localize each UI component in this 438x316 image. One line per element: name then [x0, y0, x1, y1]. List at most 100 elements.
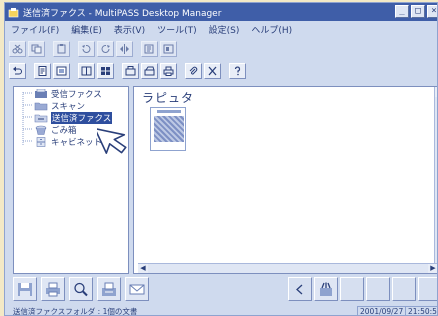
search-button[interactable] [69, 277, 93, 301]
print-document-button[interactable] [41, 277, 65, 301]
document-list-panel: ラピュタ ▲ ▼ ◀ ▶ [133, 86, 437, 274]
page-next-button[interactable] [160, 41, 177, 57]
page-prev-button[interactable] [141, 41, 158, 57]
menu-view[interactable]: 表示(V) [114, 23, 145, 36]
delete-button[interactable] [204, 63, 221, 79]
window-title: 送信済ファクス - MultiPASS Desktop Manager [23, 8, 222, 19]
app-window: 送信済ファクス - MultiPASS Desktop Manager _ □ … [4, 2, 438, 316]
window-controls: _ □ × [395, 5, 437, 18]
horizontal-scrollbar[interactable]: ◀ ▶ [138, 263, 437, 273]
new-page-icon [56, 66, 67, 76]
envelope-icon [129, 284, 145, 294]
document-thumbnail[interactable] [150, 107, 186, 151]
printer-icon [163, 66, 174, 76]
app-slot-4[interactable] [366, 277, 390, 301]
tree-item-received-fax[interactable]: 受信ファクス [34, 88, 102, 100]
app-slot-3[interactable] [340, 277, 364, 301]
tree-item-scan[interactable]: スキャン [34, 100, 86, 112]
page-view-icon [163, 44, 174, 54]
rotate-left-icon [82, 44, 91, 53]
thumbnail-view-button[interactable] [97, 63, 114, 79]
action-bar [5, 274, 437, 304]
document-icon [38, 66, 47, 76]
split-view-button[interactable] [78, 63, 95, 79]
close-button[interactable]: × [427, 5, 437, 18]
new-document-button[interactable] [53, 63, 70, 79]
floppy-disk-icon [18, 282, 32, 296]
status-bar: 送信済ファクスフォルダ : 1個の文書 2001/09/27 21:50:59 [5, 305, 437, 316]
email-button[interactable] [125, 277, 149, 301]
scroll-right-icon[interactable]: ▶ [428, 264, 437, 273]
tree-item-label: 受信ファクス [51, 89, 102, 100]
status-time: 21:50:59 [405, 306, 437, 315]
rotate-right-button[interactable] [97, 41, 114, 57]
status-date: 2001/09/27 [357, 306, 407, 315]
flip-button[interactable] [116, 41, 133, 57]
fax-send-icon [125, 66, 136, 76]
chevron-left-icon [296, 284, 303, 294]
vertical-scrollbar[interactable]: ▲ ▼ [434, 87, 437, 273]
open-document-button[interactable] [34, 63, 51, 79]
sent-fax-icon [34, 114, 48, 122]
toolbar-primary [9, 41, 179, 57]
scan-button[interactable] [141, 63, 158, 79]
copy-icon [31, 44, 42, 54]
paperclip-icon [189, 66, 198, 75]
flip-icon [120, 44, 129, 54]
scanner-icon [144, 66, 155, 76]
thumbnail-image [154, 116, 184, 142]
title-bar[interactable]: 送信済ファクス - MultiPASS Desktop Manager _ □ … [5, 3, 437, 21]
rotate-left-button[interactable] [78, 41, 95, 57]
print-button[interactable] [160, 63, 177, 79]
maximize-button[interactable]: □ [411, 5, 425, 18]
thumbnail-icon [101, 67, 110, 75]
menu-bar: ファイル(F) 編集(E) 表示(V) ツール(T) 設定(S) ヘルプ(H) [5, 21, 437, 38]
magnifier-icon [74, 282, 88, 296]
menu-settings[interactable]: 設定(S) [209, 23, 240, 36]
copy-button[interactable] [28, 41, 45, 57]
nav-prev-button[interactable] [288, 277, 312, 301]
fax-button[interactable] [97, 277, 121, 301]
cut-button[interactable] [9, 41, 26, 57]
app-icon [8, 7, 19, 17]
document-title: ラピュタ [142, 91, 195, 105]
menu-file[interactable]: ファイル(F) [11, 23, 59, 36]
help-question-icon [234, 66, 241, 76]
minimize-button[interactable]: _ [395, 5, 409, 18]
scroll-left-icon[interactable]: ◀ [138, 264, 148, 273]
status-text: 送信済ファクスフォルダ : 1個の文書 [13, 306, 138, 316]
tree-item-label: ごみ箱 [51, 125, 77, 136]
app-slot-5[interactable] [392, 277, 416, 301]
menu-help[interactable]: ヘルプ(H) [251, 23, 292, 36]
undo-icon [13, 66, 22, 75]
scan-folder-icon [34, 102, 48, 110]
attach-button[interactable] [185, 63, 202, 79]
inbox-fax-icon [35, 88, 47, 98]
application-launch-button[interactable] [314, 277, 338, 301]
scissors-icon [12, 44, 23, 54]
tree-item-label: キャビネット [51, 137, 103, 148]
menu-tools[interactable]: ツール(T) [157, 23, 197, 36]
fax-machine-icon [102, 282, 116, 296]
undo-button[interactable] [9, 63, 26, 79]
help-button[interactable] [229, 63, 246, 79]
printer-icon [46, 282, 60, 296]
app-slot-6[interactable] [418, 277, 437, 301]
save-button[interactable] [13, 277, 37, 301]
paste-button[interactable] [53, 41, 70, 57]
x-delete-icon [208, 66, 217, 76]
page-icon [144, 44, 154, 54]
tree-item-cabinet[interactable]: キャビネット [34, 136, 103, 148]
folder-tree-panel: 受信ファクス スキャン 送信済ファクス ごみ箱 キャビネット [13, 86, 129, 274]
split-view-icon [81, 66, 92, 76]
clipboard-icon [57, 44, 66, 54]
tree-item-trash[interactable]: ごみ箱 [34, 124, 77, 136]
menu-edit[interactable]: 編集(E) [71, 23, 102, 36]
rotate-right-icon [101, 44, 110, 53]
cabinet-icon [36, 136, 46, 147]
send-fax-button[interactable] [122, 63, 139, 79]
toolbar-secondary [9, 63, 248, 79]
tree-item-label: スキャン [51, 101, 86, 112]
paint-app-icon [320, 282, 332, 296]
trash-icon [35, 125, 47, 135]
